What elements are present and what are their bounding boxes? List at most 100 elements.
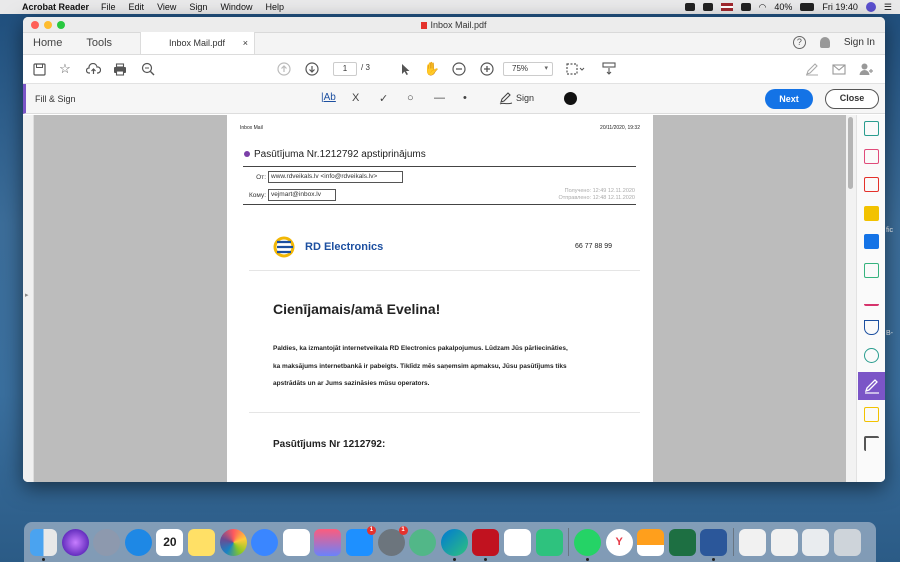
safari-icon[interactable] xyxy=(124,528,152,556)
window-titlebar[interactable]: Inbox Mail.pdf xyxy=(23,17,885,33)
page-fit-icon[interactable] xyxy=(565,61,587,77)
messages-icon[interactable] xyxy=(251,528,279,556)
email-icon[interactable] xyxy=(831,61,847,77)
add-user-icon[interactable] xyxy=(858,61,874,77)
battery-percent[interactable]: 40% xyxy=(774,2,792,12)
select-cursor-icon[interactable] xyxy=(397,61,413,77)
scroll-mode-icon[interactable] xyxy=(601,61,617,77)
menu-help[interactable]: Help xyxy=(265,2,284,12)
app-menu[interactable]: Acrobat Reader xyxy=(22,2,89,12)
compress-icon[interactable] xyxy=(864,263,879,278)
check-mark-tool[interactable]: ✓ xyxy=(379,92,388,105)
minimized-window-thumbnail[interactable] xyxy=(770,528,798,556)
comment-icon[interactable] xyxy=(864,206,879,221)
body-paragraph-line: ka maksājums internetbankā ir pabeigts. … xyxy=(273,363,567,370)
next-button[interactable]: Next xyxy=(765,89,813,109)
siri-dock-icon[interactable] xyxy=(61,528,89,556)
battery-icon[interactable] xyxy=(800,3,815,11)
whatsapp-icon[interactable] xyxy=(574,528,602,561)
bookmark-star-icon[interactable]: ☆ xyxy=(57,61,73,77)
control-center-icon[interactable]: ☰ xyxy=(884,2,892,13)
next-page-icon[interactable] xyxy=(304,61,320,77)
organize-pages-icon[interactable] xyxy=(864,149,879,164)
document-star-icon[interactable] xyxy=(864,407,879,422)
app-store-icon[interactable]: 1 xyxy=(345,525,376,556)
system-preferences-icon[interactable]: 1 xyxy=(377,525,408,556)
close-button[interactable]: Close xyxy=(825,89,879,109)
airplay-icon[interactable] xyxy=(740,3,751,11)
calendar-icon[interactable]: 20 xyxy=(156,528,184,556)
cross-mark-tool[interactable]: X xyxy=(352,92,359,104)
scrollbar-thumb[interactable] xyxy=(848,117,853,189)
notes-icon[interactable] xyxy=(187,528,215,556)
hand-tool-icon[interactable]: ✋ xyxy=(424,61,440,77)
wifi-icon[interactable]: ◠ xyxy=(759,2,767,13)
line-tool[interactable]: — xyxy=(434,92,445,104)
zoom-in-icon[interactable] xyxy=(479,61,495,77)
edge-browser-icon[interactable] xyxy=(440,528,468,561)
document-viewer[interactable]: Inbox Mail 20/11/2020, 19:32 Pasūtījuma … xyxy=(34,115,846,482)
photos-icon[interactable] xyxy=(219,528,247,556)
more-tools-icon[interactable] xyxy=(864,436,879,451)
user-status-icon[interactable] xyxy=(684,3,695,11)
menu-window[interactable]: Window xyxy=(220,2,252,12)
page-number-input[interactable]: 1 xyxy=(333,62,357,76)
finder-icon[interactable] xyxy=(30,528,57,561)
fill-sign-icon[interactable] xyxy=(864,291,879,306)
minimized-window-thumbnail[interactable] xyxy=(739,528,767,556)
yandex-browser-icon[interactable]: Y xyxy=(605,528,633,556)
tab-document[interactable]: Inbox Mail.pdf × xyxy=(140,32,256,54)
sign-label[interactable]: Sign xyxy=(516,93,534,103)
notification-bell-icon[interactable] xyxy=(819,37,830,48)
trash-icon[interactable] xyxy=(833,528,861,556)
menu-file[interactable]: File xyxy=(101,2,116,12)
sign-in-button[interactable]: Sign In xyxy=(844,37,875,48)
zoom-search-icon[interactable] xyxy=(140,61,156,77)
pages-icon[interactable] xyxy=(282,528,310,556)
menu-sign[interactable]: Sign xyxy=(189,2,207,12)
numbers-icon[interactable] xyxy=(503,528,531,556)
brand-header: RD Electronics xyxy=(273,236,383,258)
maps-icon[interactable] xyxy=(409,528,437,556)
sign-pen-icon[interactable] xyxy=(804,61,820,77)
siri-icon[interactable] xyxy=(865,2,876,12)
vertical-scrollbar[interactable] xyxy=(846,115,856,482)
dot-tool[interactable]: • xyxy=(463,92,467,104)
previous-page-icon[interactable] xyxy=(276,61,292,77)
add-text-tool[interactable]: |Ab xyxy=(321,92,336,103)
close-tab-icon[interactable]: × xyxy=(243,38,248,48)
launchpad-icon[interactable] xyxy=(93,528,121,556)
acrobat-reader-icon[interactable] xyxy=(472,528,500,561)
menu-view[interactable]: View xyxy=(157,2,176,12)
export-pdf-icon[interactable] xyxy=(864,121,879,136)
protect-shield-icon[interactable] xyxy=(864,320,879,335)
dropbox-icon[interactable] xyxy=(702,3,713,11)
zoom-out-icon[interactable] xyxy=(451,61,467,77)
pdf-page: Inbox Mail 20/11/2020, 19:32 Pasūtījuma … xyxy=(227,115,653,482)
send-track-icon[interactable] xyxy=(864,348,879,363)
vlc-icon[interactable] xyxy=(637,528,665,556)
fill-sign-active-tab[interactable] xyxy=(858,372,885,400)
edit-pdf-icon[interactable] xyxy=(864,234,879,249)
tab-home[interactable]: Home xyxy=(23,37,72,54)
facetime-icon[interactable] xyxy=(535,528,563,556)
color-picker[interactable] xyxy=(564,92,577,105)
tab-tools[interactable]: Tools xyxy=(72,37,122,54)
word-icon[interactable] xyxy=(700,528,728,561)
minimized-window-thumbnail[interactable] xyxy=(802,528,830,556)
help-icon[interactable]: ? xyxy=(792,36,806,49)
zoom-select[interactable]: 75% xyxy=(503,62,553,76)
menu-edit[interactable]: Edit xyxy=(129,2,145,12)
save-icon[interactable] xyxy=(31,61,47,77)
expand-arrow-icon[interactable]: ▸ xyxy=(25,291,29,299)
excel-icon[interactable] xyxy=(668,528,696,556)
clock[interactable]: Fri 19:40 xyxy=(822,2,858,12)
print-icon[interactable] xyxy=(112,61,128,77)
cloud-upload-icon[interactable] xyxy=(85,61,101,77)
ellipse-tool[interactable]: ○ xyxy=(407,92,414,104)
sign-pen-tool-icon[interactable] xyxy=(499,91,513,108)
create-pdf-icon[interactable] xyxy=(864,177,879,192)
left-panel-toggle[interactable]: ▸ xyxy=(23,115,34,482)
input-language-flag-icon[interactable] xyxy=(720,3,733,11)
music-icon[interactable] xyxy=(314,528,342,556)
